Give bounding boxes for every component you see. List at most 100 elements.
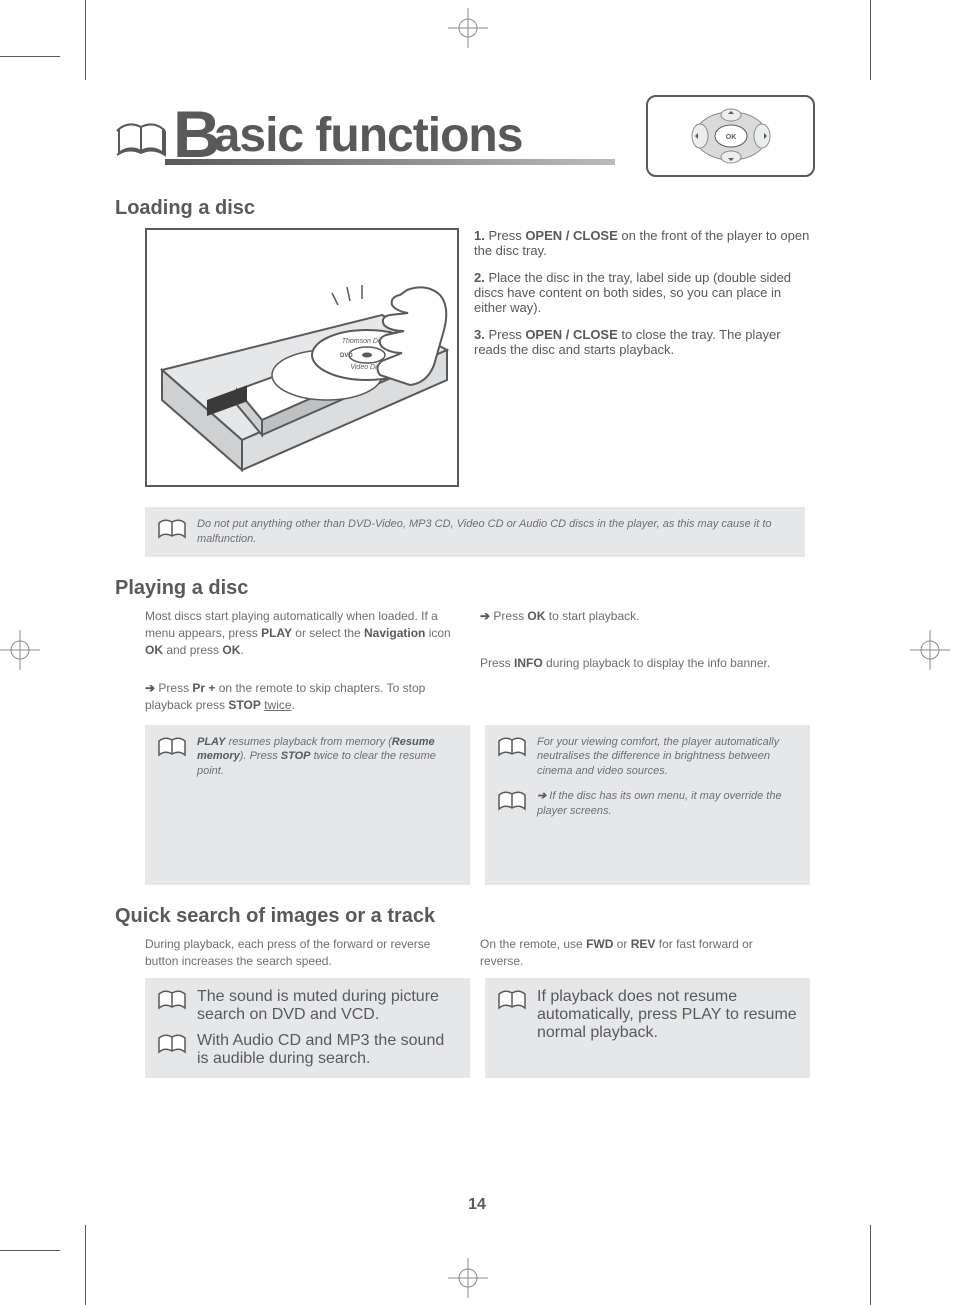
step-text: Place the disc in the tray, label side u… — [474, 270, 791, 315]
book-icon — [497, 988, 527, 1012]
paragraph: ➔ Press Pr + on the remote to skip chapt… — [145, 680, 455, 715]
text: Press — [155, 681, 192, 695]
book-icon — [157, 988, 187, 1012]
arrow-icon: ➔ — [537, 790, 546, 802]
text: to start playback. — [545, 609, 639, 623]
playing-note-right: For your viewing comfort, the player aut… — [485, 725, 810, 885]
text: . — [292, 698, 295, 712]
search-col-left: During playback, each press of the forwa… — [145, 936, 455, 971]
paragraph: ➔ Press OK to start playback. — [480, 608, 790, 625]
note-text: If playback does not resume automaticall… — [537, 988, 798, 1042]
button-ref-info: INFO — [514, 656, 543, 670]
text: ). Press — [240, 750, 281, 762]
button-ref-pr-plus: Pr + — [192, 681, 215, 695]
section-playing: Playing a disc Most discs start playing … — [115, 577, 815, 885]
button-ref-ok: OK — [145, 643, 163, 657]
button-ref-stop: STOP — [228, 698, 260, 712]
search-notes: The sound is muted during picture search… — [145, 978, 815, 1078]
button-ref-navigation: Navigation — [364, 626, 425, 640]
book-icon — [157, 1032, 187, 1056]
heading-loading: Loading a disc — [115, 197, 815, 220]
loading-note: Do not put anything other than DVD-Video… — [145, 507, 805, 557]
paragraph: Press INFO during playback to display th… — [480, 655, 790, 672]
text: . — [240, 643, 243, 657]
text: Press — [480, 656, 514, 670]
text: If the disc has its own menu, it may ove… — [537, 790, 782, 817]
button-ref-ok: OK — [222, 643, 240, 657]
button-ref-play: PLAY — [261, 626, 292, 640]
button-ref-rev: REV — [631, 937, 656, 951]
search-columns: During playback, each press of the forwa… — [145, 936, 815, 971]
title-block: Basic functions — [115, 95, 615, 165]
title-row: Basic functions OK — [115, 95, 815, 177]
loading-illustration: Thomson Digital Video Disc DVD — [145, 228, 459, 487]
crop-mark — [0, 1250, 60, 1251]
note-text: With Audio CD and MP3 the sound is audib… — [197, 1032, 458, 1068]
step-num: 1. — [474, 228, 485, 243]
page-title: Basic functions — [173, 95, 522, 161]
text: On the remote, use — [480, 937, 586, 951]
note-text: The sound is muted during picture search… — [197, 988, 458, 1024]
svg-text:OK: OK — [725, 134, 736, 141]
book-icon — [157, 517, 187, 541]
button-ref-play: PLAY — [197, 736, 226, 748]
button-ref-open-close: OPEN / CLOSE — [525, 228, 617, 243]
search-note-left: The sound is muted during picture search… — [145, 978, 470, 1078]
page-content: Basic functions OK Loading a disc — [115, 95, 815, 1078]
text-underlined: twice — [264, 698, 291, 712]
crop-mark — [870, 1225, 871, 1305]
registration-mark-top — [448, 8, 488, 48]
book-icon — [497, 735, 527, 759]
text: resumes playback from memory ( — [226, 736, 392, 748]
crop-mark — [85, 1225, 86, 1305]
loading-row: Thomson Digital Video Disc DVD 1. Press … — [115, 228, 815, 487]
arrow-icon: ➔ — [480, 609, 490, 623]
note-text: PLAY resumes playback from memory (Resum… — [197, 735, 458, 780]
registration-mark-left — [0, 630, 40, 670]
step-text: Press — [488, 228, 525, 243]
playing-columns: Most discs start playing automatically w… — [145, 608, 815, 715]
loading-step-2: 2. Place the disc in the tray, label sid… — [474, 270, 815, 315]
button-ref-open-close: OPEN / CLOSE — [525, 327, 617, 342]
heading-search: Quick search of images or a track — [115, 905, 815, 928]
playing-col-left: Most discs start playing automatically w… — [145, 608, 455, 715]
button-ref-stop: STOP — [281, 750, 311, 762]
heading-playing: Playing a disc — [115, 577, 815, 600]
note-text: For your viewing comfort, the player aut… — [537, 735, 798, 780]
button-ref-fwd: FWD — [586, 937, 613, 951]
crop-mark — [870, 0, 871, 80]
search-col-right: On the remote, use FWD or REV for fast f… — [480, 936, 790, 971]
paragraph: Most discs start playing automatically w… — [145, 608, 455, 660]
button-ref-ok: OK — [527, 609, 545, 623]
text: Press — [490, 609, 527, 623]
text: icon — [425, 626, 450, 640]
remote-nav-illustration: OK — [646, 95, 815, 177]
step-num: 3. — [474, 327, 485, 342]
book-icon — [115, 117, 167, 161]
svg-text:DVD: DVD — [340, 353, 353, 359]
registration-mark-bottom — [448, 1258, 488, 1298]
crop-mark — [85, 0, 86, 80]
text: and press — [163, 643, 222, 657]
note-text: Do not put anything other than DVD-Video… — [197, 517, 793, 547]
loading-steps: 1. Press OPEN / CLOSE on the front of th… — [474, 228, 815, 487]
playing-notes: PLAY resumes playback from memory (Resum… — [145, 725, 815, 885]
registration-mark-right — [910, 630, 950, 670]
page-number: 14 — [0, 1196, 954, 1214]
loading-step-3: 3. Press OPEN / CLOSE to close the tray.… — [474, 327, 815, 357]
note-text: ➔ If the disc has its own menu, it may o… — [537, 789, 798, 819]
playing-note-left: PLAY resumes playback from memory (Resum… — [145, 725, 470, 885]
step-text: Press — [488, 327, 525, 342]
playing-col-right: ➔ Press OK to start playback. Press INFO… — [480, 608, 790, 715]
arrow-icon: ➔ — [145, 681, 155, 695]
loading-step-1: 1. Press OPEN / CLOSE on the front of th… — [474, 228, 815, 258]
search-note-right: If playback does not resume automaticall… — [485, 978, 810, 1078]
step-num: 2. — [474, 270, 485, 285]
book-icon — [497, 789, 527, 813]
crop-mark — [0, 56, 60, 57]
text: during playback to display the info bann… — [543, 656, 770, 670]
text: or select the — [292, 626, 364, 640]
section-search: Quick search of images or a track During… — [115, 905, 815, 1079]
book-icon — [157, 735, 187, 759]
text: or — [613, 937, 630, 951]
